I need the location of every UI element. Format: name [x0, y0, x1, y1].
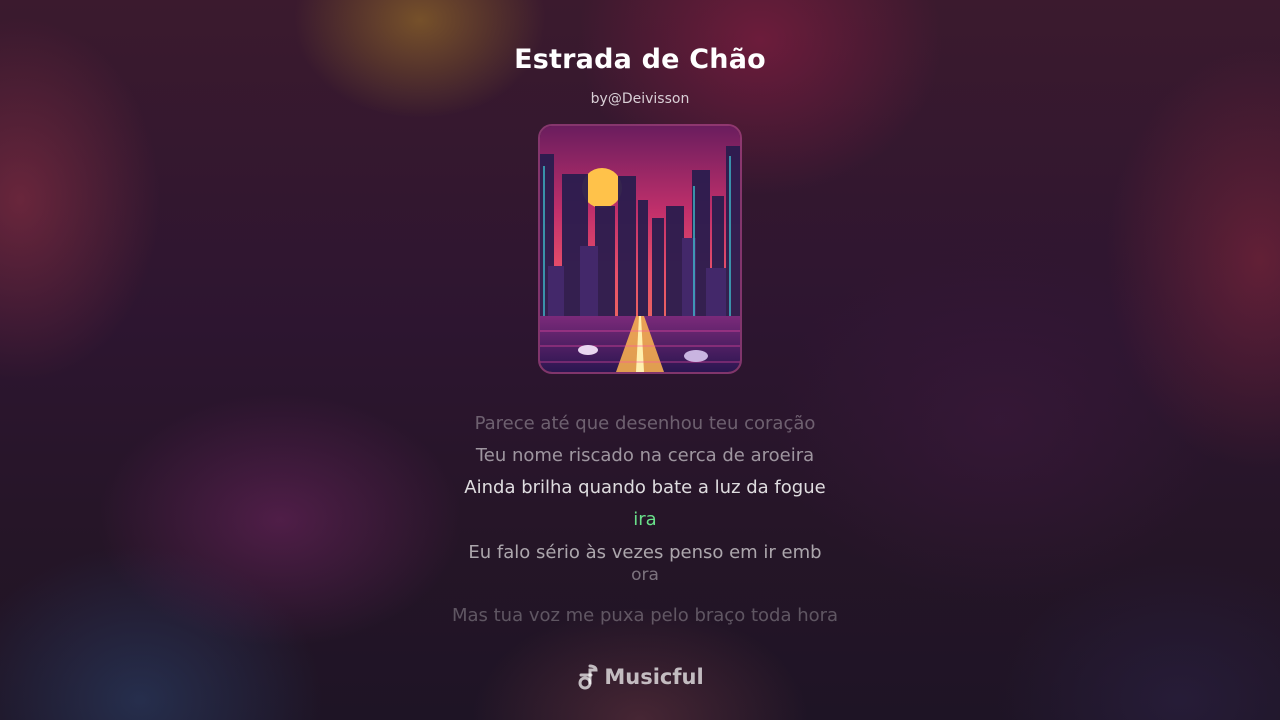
lyric-line[interactable]: Mas tua voz me puxa pelo braço toda hora — [340, 600, 950, 632]
lyric-line-text: Eu falo sério às vezes penso em ir emb — [468, 542, 822, 563]
song-title: Estrada de Chão — [514, 44, 766, 75]
lyric-line[interactable]: Teu nome riscado na cerca de aroeira — [340, 440, 950, 472]
artist-credit: by@Deivisson — [590, 91, 690, 107]
music-note-icon — [578, 664, 598, 690]
brand-name: Musicful — [604, 665, 704, 689]
lyric-line-highlighted[interactable]: ira — [340, 504, 950, 536]
brand-logo: Musicful — [0, 664, 1280, 690]
lyric-line[interactable]: Parece até que desenhou teu coração — [340, 408, 950, 440]
lyric-line-current[interactable]: Ainda brilha quando bate a luz da fogue — [340, 472, 950, 504]
lyric-line[interactable]: Eu falo sério às vezes penso em ir emb o… — [340, 536, 950, 586]
lyric-line-wrap: ora — [631, 565, 659, 585]
city-sunset-artwork — [540, 126, 740, 372]
album-cover — [538, 124, 742, 374]
lyrics-panel: Parece até que desenhou teu coração Teu … — [340, 408, 950, 632]
lyrics-player: Estrada de Chão by@Deivisson Parece até … — [0, 0, 1280, 720]
